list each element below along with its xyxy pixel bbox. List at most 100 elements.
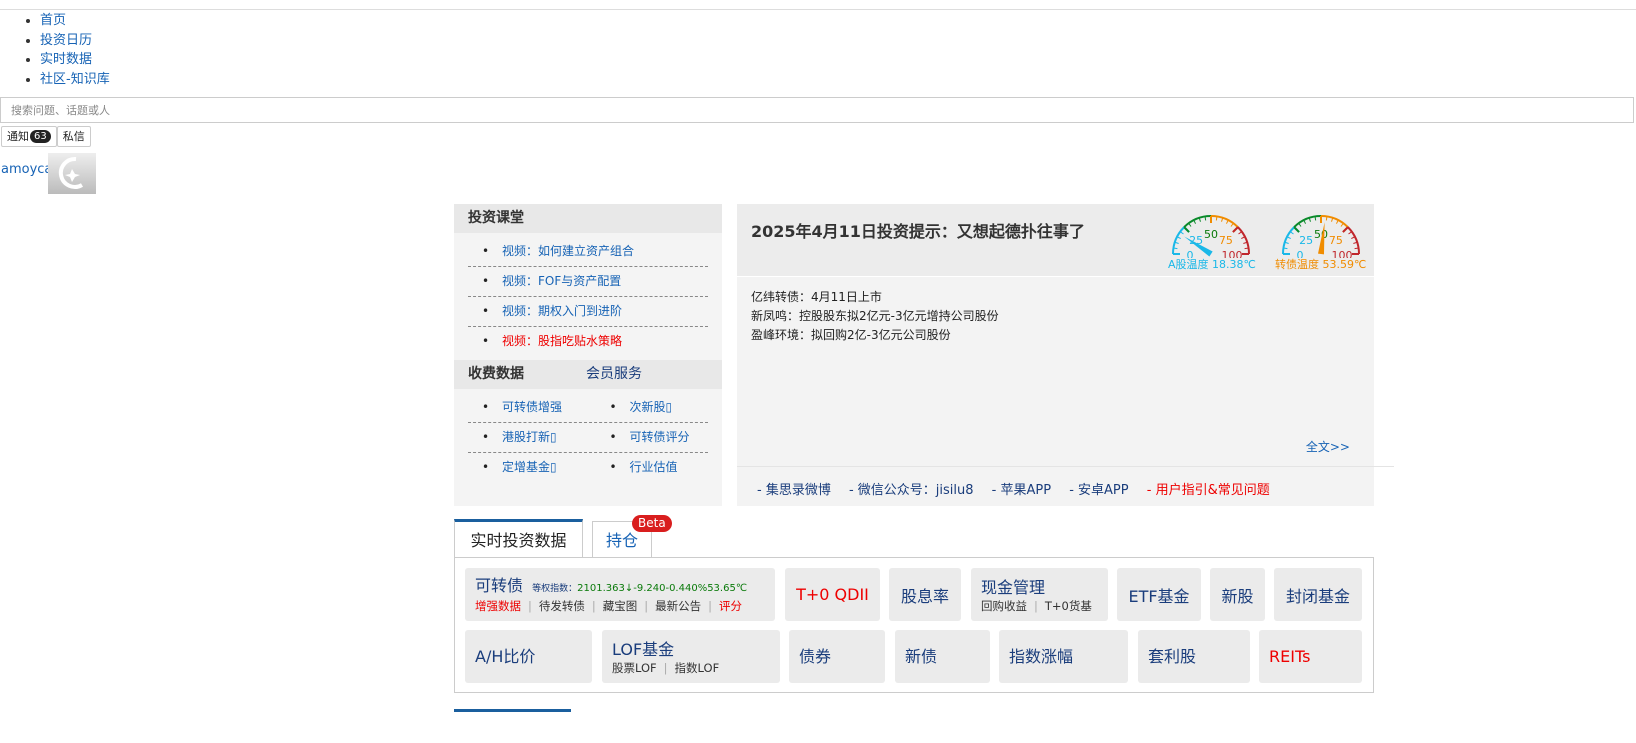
avatar-logo-icon bbox=[58, 156, 84, 189]
paid-list: 可转债增强 次新股▯ 港股打新▯ 可转债评分 定增基金▯ 行业估值 bbox=[454, 389, 722, 486]
gauge-tick-label: 25 bbox=[1299, 234, 1313, 247]
ah-ratio-button[interactable]: A/H比价 bbox=[465, 630, 592, 683]
top-divider bbox=[0, 9, 1636, 10]
nav-community[interactable]: 社区-知识库 bbox=[40, 70, 110, 90]
nav-realtime[interactable]: 实时数据 bbox=[40, 50, 110, 70]
paid-item[interactable]: 次新股▯ bbox=[595, 393, 708, 422]
user-guide-link[interactable]: - 用户指引&常见问题 bbox=[1147, 483, 1270, 498]
cb-treasure-map-link[interactable]: 藏宝图 bbox=[603, 599, 638, 613]
nav-link[interactable]: 社区-知识库 bbox=[40, 72, 110, 87]
cb-card[interactable]: 可转债 等权指数：2101.363↓-9.240-0.440%53.65℃ 增强… bbox=[465, 568, 775, 621]
cb-title[interactable]: 可转债 bbox=[475, 576, 523, 595]
dividend-button[interactable]: 股息率 bbox=[889, 568, 961, 621]
wechat-link[interactable]: - 微信公众号：jisilu8 bbox=[849, 483, 974, 498]
paid-link[interactable]: 行业估值 bbox=[629, 460, 677, 474]
nav-home[interactable]: 首页 bbox=[40, 11, 110, 31]
cash-management-card[interactable]: 现金管理 回购收益 | T+0货基 bbox=[971, 568, 1108, 621]
arbitrage-button[interactable]: 套利股 bbox=[1138, 630, 1250, 683]
gauge-arc bbox=[1320, 215, 1349, 228]
gauge-tick bbox=[1342, 226, 1349, 233]
paid-link[interactable]: 可转债增强 bbox=[502, 400, 562, 414]
course-list: 视频：如何建立资产组合 视频：FOF与资产配置 视频：期权入门到进阶 视频：股指… bbox=[454, 233, 722, 360]
course-item[interactable]: 视频：期权入门到进阶 bbox=[468, 297, 708, 327]
course-link[interactable]: 视频：期权入门到进阶 bbox=[502, 304, 622, 318]
ios-app-link[interactable]: - 苹果APP bbox=[992, 483, 1051, 498]
course-item[interactable]: 视频：股指吃贴水策略 bbox=[468, 327, 708, 356]
left-panel: 投资课堂 视频：如何建立资产组合 视频：FOF与资产配置 视频：期权入门到进阶 … bbox=[454, 204, 722, 506]
gauge-label: 转债温度 53.59℃ bbox=[1275, 258, 1367, 271]
news-item: 亿纬转债：4月11日上市 bbox=[751, 290, 882, 304]
nav-calendar[interactable]: 投资日历 bbox=[40, 31, 110, 51]
member-service-link[interactable]: 会员服务 bbox=[586, 366, 642, 382]
cash-title[interactable]: 现金管理 bbox=[981, 574, 1108, 598]
ipo-button[interactable]: 新股 bbox=[1210, 568, 1265, 621]
paid-link[interactable]: 定增基金▯ bbox=[502, 460, 557, 474]
tip-title[interactable]: 2025年4月11日投资提示：又想起德扑往事了 bbox=[751, 218, 1085, 242]
gauge-tick bbox=[1230, 222, 1234, 227]
paid-item[interactable]: 港股打新▯ bbox=[468, 423, 595, 452]
nav-link[interactable]: 投资日历 bbox=[40, 33, 92, 48]
reits-button[interactable]: REITs bbox=[1259, 630, 1362, 683]
gauge-tick bbox=[1188, 222, 1192, 227]
index-label: 等权指数： bbox=[532, 584, 578, 594]
gauge-arc bbox=[1183, 215, 1212, 228]
bond-button[interactable]: 债券 bbox=[789, 630, 885, 683]
news-item: 盈峰环境：拟回购2亿-3亿元公司股份 bbox=[751, 328, 951, 342]
nav-link[interactable]: 实时数据 bbox=[40, 52, 92, 67]
notify-button[interactable]: 通知 63 bbox=[1, 126, 57, 147]
paid-header: 收费数据 会员服务 bbox=[454, 360, 722, 389]
cb-announcement-link[interactable]: 最新公告 bbox=[655, 599, 701, 613]
gauge-arc bbox=[1282, 226, 1295, 255]
course-link[interactable]: 视频：股指吃贴水策略 bbox=[502, 334, 622, 348]
stock-lof-link[interactable]: 股票LOF bbox=[612, 661, 657, 675]
nav-link[interactable]: 首页 bbox=[40, 13, 66, 28]
gauge-tick bbox=[1238, 231, 1243, 235]
a-share-temperature-gauge: 0 25 50 75 100 bbox=[1171, 212, 1253, 262]
paid-link[interactable]: 港股打新▯ bbox=[502, 430, 557, 444]
money-fund-link[interactable]: T+0货基 bbox=[1045, 599, 1092, 613]
course-link[interactable]: 视频：如何建立资产组合 bbox=[502, 244, 634, 258]
cb-pending-link[interactable]: 待发转债 bbox=[539, 599, 585, 613]
message-button[interactable]: 私信 bbox=[56, 126, 91, 147]
tab-realtime[interactable]: 实时投资数据 bbox=[454, 519, 583, 558]
search-input[interactable]: 搜索问题、话题或人 bbox=[0, 97, 1634, 123]
course-title: 投资课堂 bbox=[454, 204, 722, 233]
android-app-link[interactable]: - 安卓APP bbox=[1069, 483, 1128, 498]
new-bond-button[interactable]: 新债 bbox=[895, 630, 990, 683]
cb-rating-link[interactable]: 评分 bbox=[719, 599, 742, 613]
course-link[interactable]: 视频：FOF与资产配置 bbox=[502, 274, 621, 288]
index-lof-link[interactable]: 指数LOF bbox=[675, 661, 720, 675]
avatar[interactable] bbox=[48, 153, 96, 194]
qdii-button[interactable]: T+0 QDII bbox=[785, 568, 880, 621]
lof-card[interactable]: LOF基金 股票LOF | 指数LOF bbox=[602, 630, 780, 683]
username-link[interactable]: amoyca bbox=[1, 162, 52, 177]
weibo-link[interactable]: - 集思录微博 bbox=[757, 483, 831, 498]
gauge-tick bbox=[1298, 222, 1302, 227]
gauge-tick bbox=[1173, 247, 1178, 250]
cb-enhanced-link[interactable]: 增强数据 bbox=[475, 599, 521, 613]
etf-button[interactable]: ETF基金 bbox=[1117, 568, 1201, 621]
paid-title: 收费数据 bbox=[468, 366, 524, 382]
closed-fund-button[interactable]: 封闭基金 bbox=[1274, 568, 1362, 621]
paid-item[interactable]: 可转债评分 bbox=[595, 423, 708, 452]
paid-link[interactable]: 可转债评分 bbox=[629, 430, 689, 444]
cb-temperature-gauge: 0 25 50 75 100 bbox=[1281, 212, 1363, 262]
index-value: 2101.363↓-9.240-0.440%53.65℃ bbox=[577, 583, 748, 594]
gauge-tick bbox=[1348, 231, 1353, 235]
gauge-tick bbox=[1293, 226, 1300, 233]
notify-badge: 63 bbox=[30, 130, 51, 143]
full-text-link[interactable]: 全文>> bbox=[1306, 438, 1350, 455]
lof-title[interactable]: LOF基金 bbox=[612, 636, 780, 660]
gauge-tick-label: 50 bbox=[1314, 228, 1328, 241]
course-item[interactable]: 视频：FOF与资产配置 bbox=[468, 267, 708, 297]
course-item[interactable]: 视频：如何建立资产组合 bbox=[468, 237, 708, 267]
paid-link[interactable]: 次新股▯ bbox=[629, 400, 672, 414]
gauge-tick-label: 75 bbox=[1219, 234, 1233, 247]
gauge-tick bbox=[1204, 216, 1207, 221]
paid-item[interactable]: 行业估值 bbox=[595, 453, 708, 482]
beta-badge: Beta bbox=[632, 515, 672, 532]
paid-item[interactable]: 定增基金▯ bbox=[468, 453, 595, 482]
index-change-button[interactable]: 指数涨幅 bbox=[999, 630, 1128, 683]
paid-item[interactable]: 可转债增强 bbox=[468, 393, 595, 422]
repo-link[interactable]: 回购收益 bbox=[981, 599, 1027, 613]
